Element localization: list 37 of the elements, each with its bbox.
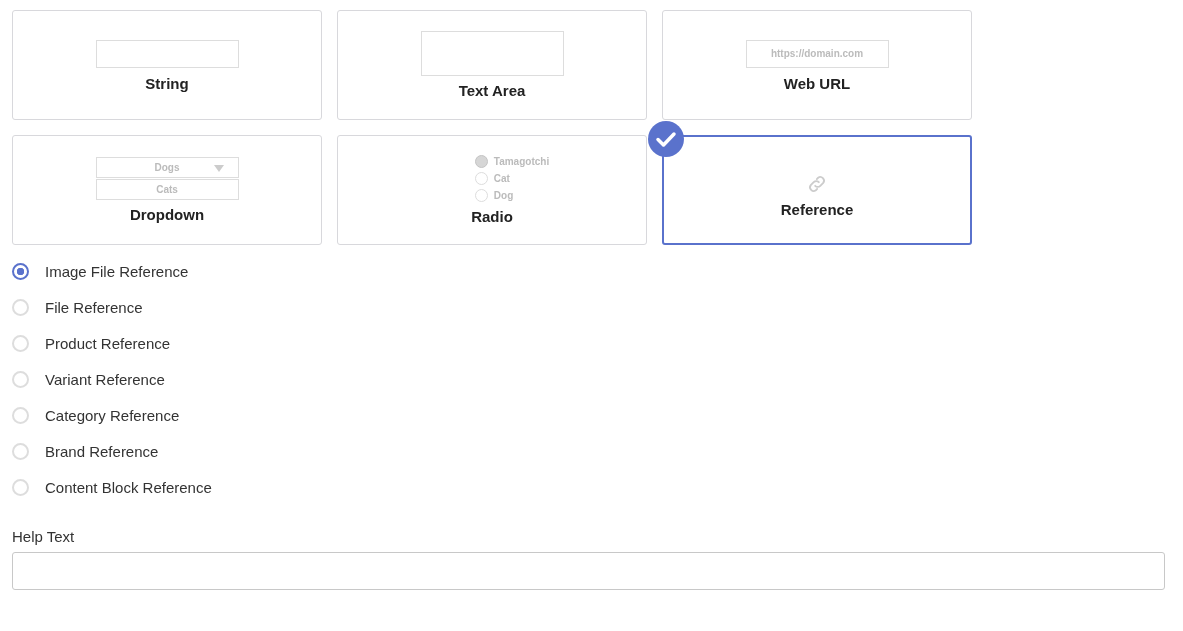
field-type-label: Web URL bbox=[783, 74, 851, 92]
radio-button[interactable] bbox=[12, 263, 29, 280]
reference-type-label: Variant Reference bbox=[45, 371, 165, 388]
dropdown-option-preview: Cats bbox=[95, 179, 239, 200]
reference-type-option[interactable]: Brand Reference bbox=[12, 443, 1165, 460]
radio-preview-label: Cat bbox=[493, 173, 510, 184]
reference-type-option[interactable]: Content Block Reference bbox=[12, 479, 1165, 496]
field-type-label: Text Area bbox=[458, 82, 526, 99]
url-preview: https://domain.com bbox=[745, 39, 889, 68]
reference-type-option[interactable]: File Reference bbox=[12, 299, 1165, 316]
dropdown-preview: Dogs bbox=[95, 157, 239, 178]
reference-type-option[interactable]: Variant Reference bbox=[12, 371, 1165, 388]
field-type-label: Dropdown bbox=[129, 206, 205, 223]
checkmark-badge-icon bbox=[648, 121, 684, 157]
reference-type-label: Content Block Reference bbox=[45, 479, 212, 496]
help-text-label: Help Text bbox=[12, 528, 76, 545]
reference-type-option[interactable]: Image File Reference bbox=[12, 263, 1165, 280]
reference-type-label: Product Reference bbox=[45, 335, 171, 352]
field-type-card[interactable]: Tamagotchi Cat Dog Radio bbox=[337, 135, 647, 245]
reference-type-label: Brand Reference bbox=[45, 443, 159, 460]
field-type-card[interactable]: Dogs Cats Dropdown bbox=[12, 135, 322, 245]
radio-preview-label: Dog bbox=[493, 190, 514, 201]
field-type-card[interactable]: https://domain.com Web URL bbox=[662, 10, 972, 120]
radio-preview-label: Tamagotchi bbox=[493, 156, 550, 167]
reference-type-label: Image File Reference bbox=[45, 263, 189, 280]
field-type-card[interactable]: String bbox=[12, 10, 322, 120]
field-type-label: String bbox=[145, 74, 189, 92]
field-type-card[interactable]: Reference bbox=[662, 135, 972, 245]
caret-icon bbox=[213, 165, 224, 172]
field-type-label: Radio bbox=[471, 208, 513, 225]
reference-type-label: File Reference bbox=[45, 299, 143, 316]
reference-type-label: Category Reference bbox=[45, 407, 180, 424]
reference-type-option[interactable]: Category Reference bbox=[12, 407, 1165, 424]
reference-type-option[interactable]: Product Reference bbox=[12, 335, 1165, 352]
field-type-label: Reference bbox=[780, 200, 854, 218]
field-type-card[interactable]: Text Area bbox=[337, 10, 647, 120]
help-text-input[interactable] bbox=[12, 552, 1165, 590]
